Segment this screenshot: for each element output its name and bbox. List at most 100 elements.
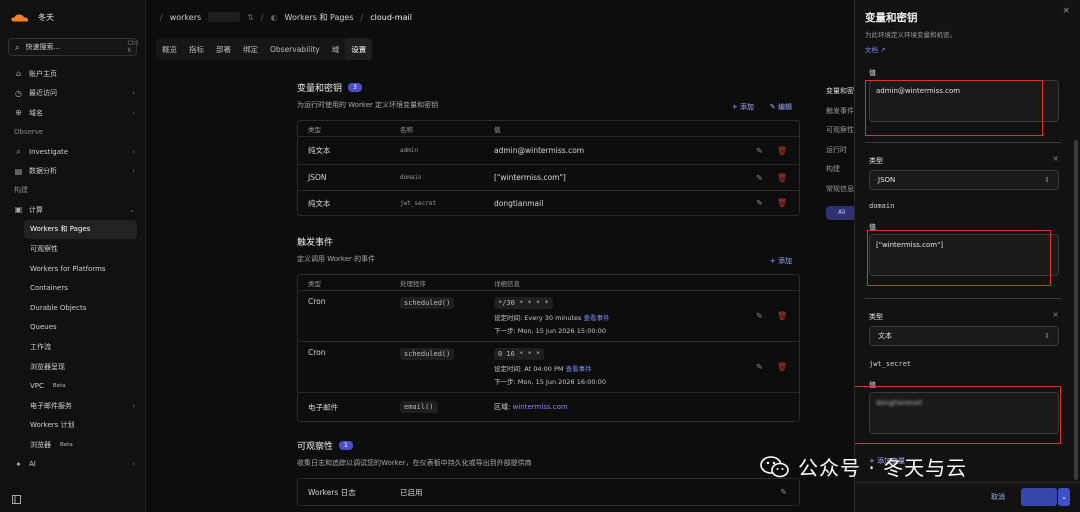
chevron-right-icon: › xyxy=(132,167,135,176)
view-events-link[interactable]: 查看事件 xyxy=(566,365,592,373)
drawer-scrollbar[interactable] xyxy=(1074,140,1078,480)
sidebar-item-label: VPC xyxy=(30,382,44,391)
search-input[interactable] xyxy=(25,43,122,51)
trigger-details: */30 * * * * 设定时间: Every 30 minutes 查看事件… xyxy=(494,297,799,335)
section-title-text: 可观察性 xyxy=(297,441,334,452)
pencil-icon[interactable]: ✎ xyxy=(780,488,787,497)
column-header: 处理程序 xyxy=(400,279,426,288)
sidebar-item-workers-platforms[interactable]: Workers for Platforms xyxy=(0,259,145,279)
chevron-right-icon: › xyxy=(132,147,135,156)
email-domain-link[interactable]: wintermiss.com xyxy=(513,403,568,411)
tab-overview[interactable]: 概览 xyxy=(156,38,183,60)
sidebar-item-recent[interactable]: ◷ 最近访问 › xyxy=(0,84,145,104)
sidebar-item-queues[interactable]: Queues xyxy=(0,318,145,338)
highlight-box xyxy=(867,230,1051,286)
sidebar-item-workflows[interactable]: 工作流 xyxy=(0,337,145,357)
sidebar-item-label: 工作流 xyxy=(30,342,51,351)
sidebar-item-label: Containers xyxy=(30,284,68,293)
type-label: 类型 xyxy=(869,157,883,165)
cron-setting: 设定时间: At 04:00 PM 查看事件 xyxy=(494,363,799,373)
search-box[interactable]: ⌕ Ctrl K xyxy=(8,38,139,56)
nav-section-observe: Observe xyxy=(14,128,44,137)
search-shortcut: Ctrl K xyxy=(127,40,139,54)
tab-observability[interactable]: Observability xyxy=(264,38,326,60)
pencil-icon[interactable]: ✎ xyxy=(756,146,763,155)
row-actions: ✎ 🗑 xyxy=(756,146,787,155)
sidebar-item-label: Workers 计划 xyxy=(30,421,75,430)
sidebar-item-analytics[interactable]: ▤ 数据分析 › xyxy=(0,161,145,181)
chevron-down-icon: ⌄ xyxy=(1061,493,1067,501)
search-icon: ⌕ xyxy=(16,147,21,157)
trash-icon[interactable]: 🗑 xyxy=(777,146,787,155)
ai-assistant-pill[interactable]: Ali xyxy=(826,206,856,220)
swap-icon[interactable]: ⇅ xyxy=(247,13,254,22)
trash-icon[interactable]: 🗑 xyxy=(777,199,787,208)
chevron-right-icon: › xyxy=(132,108,135,117)
wechat-icon xyxy=(760,455,789,477)
variable-name-field[interactable]: domain xyxy=(869,202,894,210)
remove-entry-icon[interactable]: × xyxy=(1052,310,1059,319)
cron-setting-text: 设定时间: Every 30 minutes xyxy=(494,314,582,322)
sidebar-item-email-service[interactable]: 电子邮件服务 › xyxy=(0,396,145,416)
account-header[interactable]: 冬天 xyxy=(0,0,145,34)
workers-icon: ◐ xyxy=(270,12,278,22)
sidebar-item-vpc[interactable]: VPC Beta xyxy=(0,376,145,396)
breadcrumb-section[interactable]: Workers 和 Pages xyxy=(285,12,354,23)
cancel-button[interactable]: 取消 xyxy=(991,492,1005,502)
sidebar-item-label: Investigate xyxy=(29,147,69,156)
variables-drawer: 变量和密钥 × 为此环境定义环境变量和机密。 文档 ↗ 值 admin@wint… xyxy=(854,0,1080,512)
sidebar-item-home[interactable]: ⌂ 账户主页 xyxy=(0,64,145,84)
collapse-sidebar-icon[interactable] xyxy=(12,495,21,506)
docs-link[interactable]: 文档 ↗ xyxy=(865,44,886,54)
cron-next: 下一步: Mon, 15 Jun 2026 16:00:00 xyxy=(494,378,606,386)
type-select[interactable]: 文本 ⇕ xyxy=(869,326,1059,346)
sidebar-item-workers-pages[interactable]: Workers 和 Pages xyxy=(24,219,137,240)
sidebar-item-containers[interactable]: Containers xyxy=(0,278,145,298)
tab-metrics[interactable]: 指标 xyxy=(183,38,210,60)
sidebar-item-observability[interactable]: 可观察性 xyxy=(0,239,145,259)
edit-variables-button[interactable]: ✎ 编辑 xyxy=(770,102,792,112)
settings-main: 变量和密钥 3 为运行时使用的 Worker 定义环境变量和密钥 + 添加 ✎ … xyxy=(297,80,800,506)
add-variable-button[interactable]: + 添加 xyxy=(732,102,754,112)
trash-icon[interactable]: 🗑 xyxy=(777,173,787,182)
sidebar-item-browser[interactable]: 浏览器 Beta xyxy=(0,435,145,455)
sidebar-item-browser-rendering[interactable]: 浏览器呈现 xyxy=(0,357,145,377)
sidebar-item-workers-plans[interactable]: Workers 计划 xyxy=(0,416,145,436)
variable-name-field[interactable]: jwt_secret xyxy=(869,360,911,368)
pencil-icon[interactable]: ✎ xyxy=(756,312,763,321)
type-select[interactable]: JSON ⇕ xyxy=(869,170,1059,190)
variable-name: admin xyxy=(400,147,419,154)
pencil-icon[interactable]: ✎ xyxy=(756,363,763,372)
tab-settings[interactable]: 设置 xyxy=(345,38,373,60)
tab-bindings[interactable]: 绑定 xyxy=(237,38,264,60)
sidebar-item-ai[interactable]: ✦ AI › xyxy=(0,455,145,475)
view-events-link[interactable]: 查看事件 xyxy=(584,314,610,322)
sidebar-item-durable-objects[interactable]: Durable Objects xyxy=(0,298,145,318)
sidebar-item-domains[interactable]: ⊕ 域名 › xyxy=(0,103,145,123)
row-actions: ✎ 🗑 xyxy=(756,312,787,321)
close-icon[interactable]: × xyxy=(1062,6,1070,16)
trash-icon[interactable]: 🗑 xyxy=(777,312,787,321)
variables-title: 变量和密钥 3 xyxy=(297,80,800,94)
deploy-button[interactable] xyxy=(1021,488,1057,506)
sidebar-item-compute[interactable]: ▣ 计算 ⌄ xyxy=(0,200,145,220)
deploy-options-button[interactable]: ⌄ xyxy=(1058,488,1070,506)
tab-deployments[interactable]: 部署 xyxy=(210,38,237,60)
variable-type: 纯文本 xyxy=(308,146,331,155)
account-name: 冬天 xyxy=(38,12,54,22)
breadcrumb-workers[interactable]: workers xyxy=(170,13,201,22)
count-badge: 1 xyxy=(339,440,353,450)
clock-icon: ◷ xyxy=(15,88,22,98)
variables-desc: 为运行时使用的 Worker 定义环境变量和密钥 xyxy=(297,101,439,109)
remove-entry-icon[interactable]: × xyxy=(1052,154,1059,163)
chevron-right-icon: › xyxy=(132,89,135,98)
trash-icon[interactable]: 🗑 xyxy=(777,363,787,372)
tab-domains[interactable]: 域 xyxy=(326,38,346,60)
pencil-icon[interactable]: ✎ xyxy=(756,199,763,208)
sidebar-item-investigate[interactable]: ⌕ Investigate › xyxy=(0,142,145,162)
add-trigger-button[interactable]: + 添加 xyxy=(770,256,792,266)
pencil-icon[interactable]: ✎ xyxy=(756,173,763,182)
sidebar-item-label: 电子邮件服务 xyxy=(30,401,72,410)
column-header: 类型 xyxy=(308,279,321,288)
table-row: Cron scheduled() */30 * * * * 设定时间: Ever… xyxy=(298,291,799,342)
